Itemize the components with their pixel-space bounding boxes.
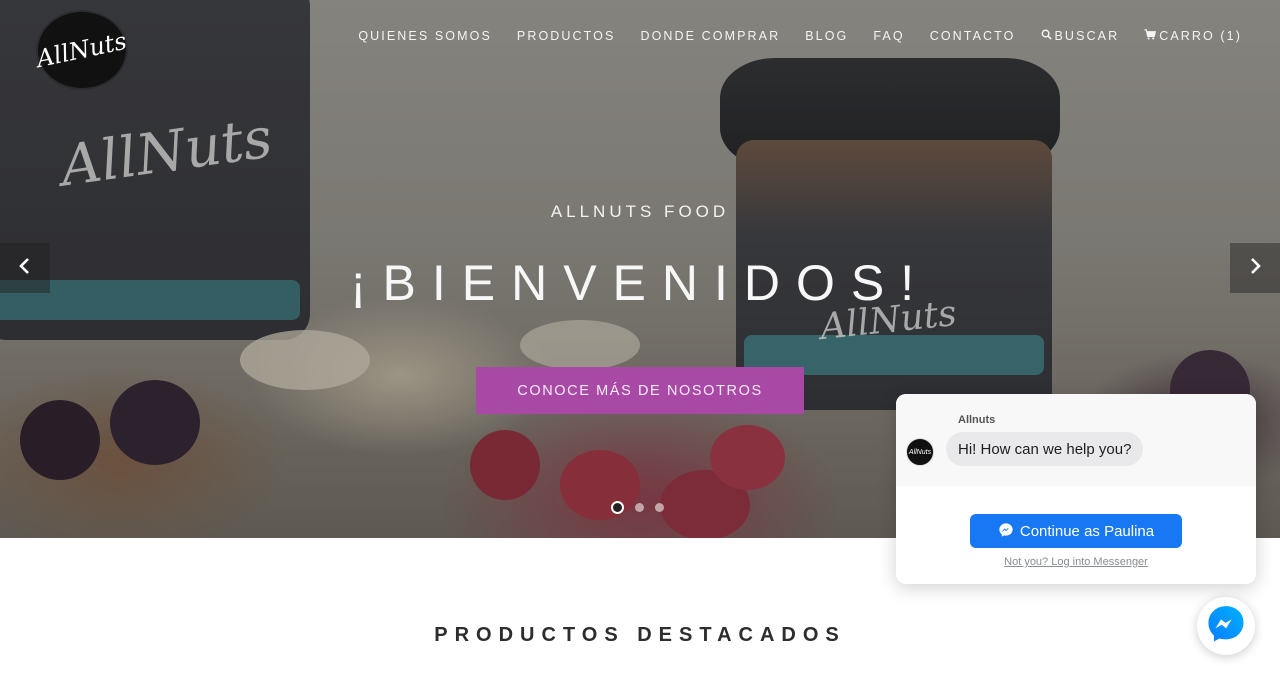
- slider-dot-2[interactable]: [635, 503, 644, 512]
- hero-kicker: ALLNUTS FOOD: [550, 202, 730, 221]
- messenger-chat-popup: Allnuts AllNuts Hi! How can we help you?…: [896, 394, 1256, 584]
- nav-item-buscar[interactable]: BUSCAR: [1041, 29, 1120, 43]
- nav-item-contacto[interactable]: CONTACTO: [930, 29, 1016, 43]
- chevron-right-icon: [1248, 254, 1262, 282]
- nav-item-donde-comprar[interactable]: DONDE COMPRAR: [640, 29, 780, 43]
- slider-prev-button[interactable]: [0, 243, 50, 293]
- cart-icon: [1144, 29, 1157, 43]
- log-into-messenger-link[interactable]: Not you? Log into Messenger: [896, 556, 1256, 568]
- chat-avatar: AllNuts: [906, 438, 934, 466]
- nav-item-carro[interactable]: CARRO (1): [1144, 29, 1242, 43]
- slider-dots: [611, 501, 664, 514]
- chat-avatar-logo: AllNuts: [908, 448, 932, 456]
- chat-greeting-bubble: Hi! How can we help you?: [946, 432, 1144, 466]
- messenger-icon: [1205, 603, 1247, 650]
- slider-dot-1[interactable]: [611, 501, 624, 514]
- nav-buscar-label: BUSCAR: [1054, 29, 1120, 43]
- featured-products-title: PRODUCTOS DESTACADOS: [434, 624, 846, 646]
- nav-carro-label: CARRO (1): [1159, 29, 1242, 43]
- slider-next-button[interactable]: [1230, 243, 1280, 293]
- main-nav: QUIENES SOMOS PRODUCTOS DONDE COMPRAR BL…: [358, 29, 1242, 43]
- messenger-icon: [998, 522, 1014, 541]
- hero-cta-button[interactable]: CONOCE MÁS DE NOSOTROS: [476, 367, 804, 414]
- search-icon: [1041, 29, 1052, 43]
- brand-logo-text: AllNuts: [34, 26, 130, 74]
- nav-item-faq[interactable]: FAQ: [873, 29, 904, 43]
- nav-item-productos[interactable]: PRODUCTOS: [517, 29, 616, 43]
- continue-as-label: Continue as Paulina: [1019, 522, 1155, 540]
- chat-header: Allnuts AllNuts Hi! How can we help you?: [896, 394, 1256, 486]
- nav-item-quienes-somos[interactable]: QUIENES SOMOS: [358, 29, 492, 43]
- hero-title: ¡BIENVENIDOS!: [349, 255, 931, 311]
- chevron-left-icon: [18, 254, 32, 282]
- continue-as-button[interactable]: Continue as Paulina: [970, 514, 1182, 548]
- nav-item-blog[interactable]: BLOG: [805, 29, 848, 43]
- brand-logo[interactable]: AllNuts: [35, 12, 129, 88]
- slider-dot-3[interactable]: [655, 503, 664, 512]
- chat-page-name: Allnuts: [958, 414, 996, 426]
- messenger-launcher-button[interactable]: [1197, 597, 1255, 655]
